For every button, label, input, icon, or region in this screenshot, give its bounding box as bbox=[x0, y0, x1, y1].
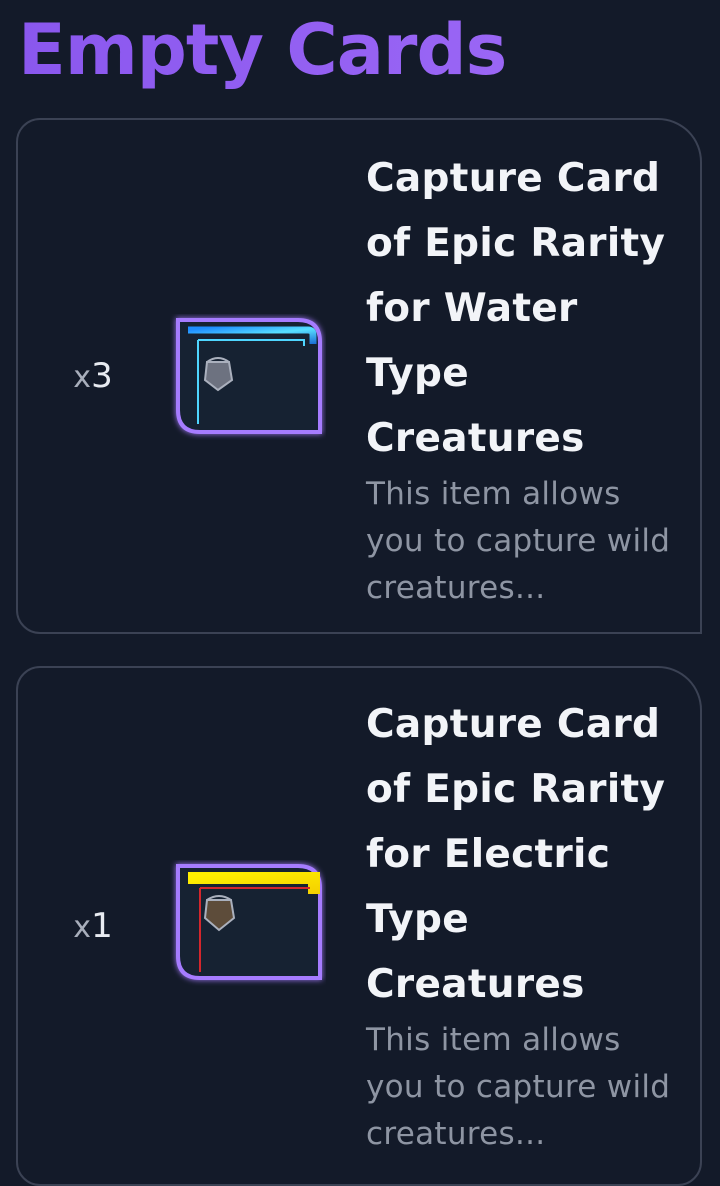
inventory-card-electric[interactable]: x1 Capture Card of Epic Rarity for Elect… bbox=[16, 666, 702, 1186]
item-description: This item allows you to capture wild cre… bbox=[366, 1022, 671, 1152]
item-info: Capture Card of Epic Rarity for Electric… bbox=[366, 692, 686, 1158]
item-info: Capture Card of Epic Rarity for Water Ty… bbox=[366, 146, 686, 612]
item-description: This item allows you to capture wild cre… bbox=[366, 476, 671, 606]
quantity-badge: x1 bbox=[66, 906, 120, 948]
inventory-card-water[interactable]: x3 Capture Card of Epic Rarity for Water… bbox=[16, 118, 702, 634]
quantity-value: 1 bbox=[91, 906, 113, 946]
quantity-prefix: x bbox=[73, 910, 92, 945]
water-capture-card-icon[interactable] bbox=[170, 314, 326, 440]
quantity-prefix: x bbox=[73, 360, 92, 395]
page-title: Empty Cards bbox=[18, 2, 507, 98]
quantity-value: 3 bbox=[91, 356, 113, 396]
electric-capture-card-icon[interactable] bbox=[170, 860, 326, 986]
item-title: Capture Card of Epic Rarity for Water Ty… bbox=[366, 156, 666, 461]
quantity-badge: x3 bbox=[66, 356, 120, 398]
item-title: Capture Card of Epic Rarity for Electric… bbox=[366, 702, 666, 1007]
